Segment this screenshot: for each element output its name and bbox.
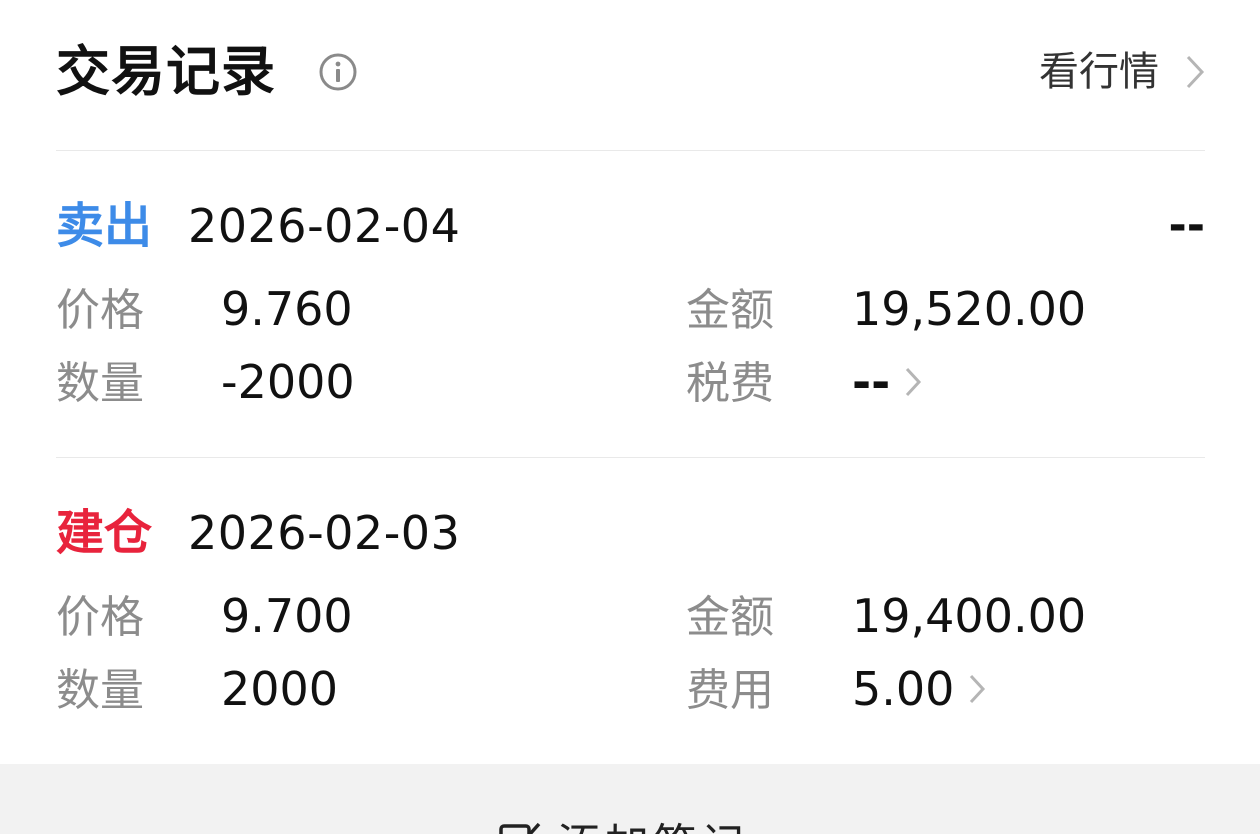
price-label: 价格 [56, 592, 144, 643]
amount-value: 19,400.00 [852, 589, 1087, 643]
edit-note-icon [499, 822, 541, 834]
quantity-label: 数量 [56, 665, 144, 716]
fee-label: 费用 [686, 665, 774, 716]
tax-fee-label: 税费 [686, 358, 774, 409]
quantity-label: 数量 [56, 358, 144, 409]
trade-type-label: 建仓 [56, 505, 153, 561]
trade-date: 2026-02-03 [188, 506, 461, 560]
divider [56, 457, 1205, 458]
amount-label: 金额 [686, 592, 774, 643]
trade-date: 2026-02-04 [188, 199, 461, 253]
view-market-label: 看行情 [1039, 49, 1159, 95]
footer-bar: 添加笔记 [0, 764, 1260, 834]
amount-label: 金额 [686, 285, 774, 336]
record-header: 卖出 2026-02-04 -- [56, 196, 1205, 256]
price-value: 9.700 [221, 589, 353, 643]
quantity-value: 2000 [221, 662, 339, 716]
chevron-right-icon [970, 674, 986, 704]
trade-records-card: 交易记录 看行情 卖出 2026-02-04 -- 价格 9.760 金额 19… [0, 0, 1260, 764]
chevron-right-icon [1186, 55, 1205, 89]
price-value: 9.760 [221, 282, 353, 336]
chevron-right-icon [906, 367, 922, 397]
trade-record[interactable]: 建仓 2026-02-03 价格 9.700 金额 19,400.00 数量 2… [56, 503, 1205, 733]
card-header: 交易记录 看行情 [56, 34, 1205, 110]
fee-value: 5.00 [852, 662, 955, 716]
amount-value: 19,520.00 [852, 282, 1087, 336]
quantity-value: -2000 [221, 355, 355, 409]
record-header: 建仓 2026-02-03 [56, 503, 1205, 563]
trade-record[interactable]: 卖出 2026-02-04 -- 价格 9.760 金额 19,520.00 数… [56, 196, 1205, 426]
price-label: 价格 [56, 285, 144, 336]
tax-fee-link[interactable]: -- [852, 352, 922, 412]
divider [56, 150, 1205, 151]
trade-type-label: 卖出 [56, 198, 153, 254]
add-note-button[interactable]: 添加笔记 [497, 818, 749, 834]
fee-link[interactable]: 5.00 [852, 659, 986, 719]
add-note-label: 添加笔记 [557, 818, 749, 834]
page-title: 交易记录 [56, 40, 276, 103]
info-circle-icon[interactable] [318, 52, 358, 92]
tax-fee-value: -- [852, 355, 891, 409]
view-market-link[interactable]: 看行情 [1039, 44, 1205, 100]
record-profit-value: -- [1168, 200, 1205, 251]
